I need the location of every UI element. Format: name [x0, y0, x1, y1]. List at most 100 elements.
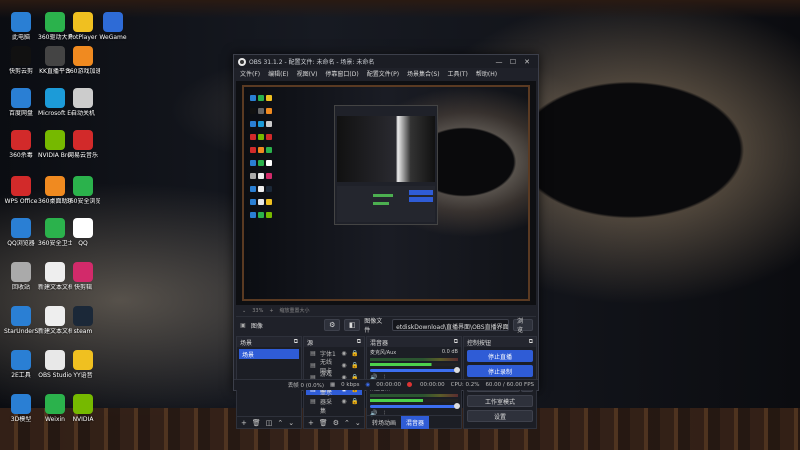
scale-reset[interactable]: 缩放重置大小	[280, 307, 310, 314]
gear-icon[interactable]: ⚙	[333, 419, 339, 427]
eye-icon[interactable]: ◉	[340, 350, 348, 358]
app-icon	[11, 306, 31, 326]
tab-transitions[interactable]: 转场动画	[367, 416, 401, 429]
dropped-frames: 丢帧 0 (0.0%)	[287, 383, 324, 389]
menu-scene-collection[interactable]: 场景集合(S)	[403, 69, 444, 78]
add-icon[interactable]: +	[241, 419, 247, 427]
volume-slider[interactable]	[370, 367, 460, 373]
desktop-icon-label: 此电脑	[11, 34, 30, 41]
desktop-icon[interactable]: 快剪辑	[66, 262, 100, 291]
lock-icon[interactable]: 🔒	[351, 398, 359, 406]
desktop-icon[interactable]: 2E工具	[4, 350, 38, 379]
desktop-icon[interactable]: QQ	[66, 218, 100, 247]
menu-bar: 文件(F) 编辑(E) 视图(V) 停靠窗口(D) 配置文件(P) 场景集合(S…	[234, 68, 538, 79]
up-arrow-icon[interactable]: ⌃	[277, 419, 283, 427]
desktop-icon[interactable]: 回收站	[4, 262, 38, 291]
desktop-icon[interactable]: 360杀毒	[4, 130, 38, 159]
fps: 60.00 / 60.00 FPS	[485, 382, 534, 388]
menu-file[interactable]: 文件(F)	[236, 69, 264, 78]
desktop-icon[interactable]: 此电脑	[4, 12, 38, 41]
dock-menu-icon[interactable]: ⧉	[454, 338, 458, 346]
menu-docks[interactable]: 停靠窗口(D)	[321, 69, 362, 78]
menu-edit[interactable]: 编辑(E)	[264, 69, 292, 78]
filter-icon[interactable]: ◧	[344, 319, 361, 331]
sources-header: 源 ⧉	[304, 337, 364, 347]
desktop-icon[interactable]: 百度网盘	[4, 88, 38, 117]
360-guard-icon	[45, 218, 65, 238]
computer-icon	[11, 12, 31, 32]
file-label: 图像文件	[364, 318, 383, 334]
shutdown-icon	[73, 88, 93, 108]
tab-mixer[interactable]: 混音器	[401, 415, 430, 429]
scene-item[interactable]: 场景	[239, 349, 299, 359]
stop-recording-button[interactable]: 停止录制	[467, 365, 533, 377]
menu-view[interactable]: 视图(V)	[293, 69, 322, 78]
sources-footer: + 🗑 ⚙ ⌃ ⌄	[304, 416, 364, 428]
menu-help[interactable]: 帮助(H)	[472, 69, 501, 78]
desktop-icon[interactable]: WeGame	[96, 12, 130, 41]
browse-button[interactable]: 浏览	[513, 318, 533, 334]
chevron-down-icon[interactable]: ⌄	[242, 308, 246, 314]
lock-icon[interactable]: 🔒	[351, 350, 359, 358]
dock-menu-icon[interactable]: ⧉	[294, 338, 298, 346]
gear-icon[interactable]: ⚙	[324, 319, 341, 331]
settings-button[interactable]: 设置	[467, 410, 533, 422]
menu-profile[interactable]: 配置文件(P)	[363, 69, 403, 78]
bitrate: 0 kbps	[341, 382, 360, 388]
steam-icon	[73, 306, 93, 326]
desktop-icon[interactable]: WPS Office	[4, 176, 38, 205]
desktop-icon[interactable]: 360游戏加速器	[66, 46, 100, 75]
down-arrow-icon[interactable]: ⌄	[288, 419, 294, 427]
stop-streaming-button[interactable]: 停止直播	[467, 350, 533, 362]
volume-meter-level	[370, 399, 458, 402]
volume-slider[interactable]	[370, 403, 460, 409]
controls-header: 控制按钮 ⧉	[464, 337, 536, 347]
obs-icon	[45, 350, 65, 370]
obs-window[interactable]: OBS 31.1.2 - 配置文件: 未命名 - 场景: 未命名 — ☐ ✕ 文…	[233, 54, 539, 429]
dock-menu-icon[interactable]: ⧉	[357, 338, 361, 346]
obs-title-bar[interactable]: OBS 31.1.2 - 配置文件: 未命名 - 场景: 未命名 — ☐ ✕	[234, 55, 538, 68]
desktop-icon[interactable]: 快剪云剪	[4, 46, 38, 75]
potplayer-icon	[73, 12, 93, 32]
file-path-field[interactable]: etdiskDownload\直播界面\OBS直播界面.png	[392, 319, 510, 331]
desktop-icon[interactable]: 3D模型	[4, 394, 38, 423]
desktop-icon[interactable]: QQ浏览器	[4, 218, 38, 247]
window-title: OBS 31.1.2 - 配置文件: 未命名 - 场景: 未命名	[249, 59, 375, 66]
channel-name: 麦克风/Aux	[370, 350, 397, 356]
filters-icon[interactable]: ◫	[266, 419, 273, 427]
desktop-icon[interactable]: 自动关机	[66, 88, 100, 117]
desktop-icon[interactable]: 网易云音乐	[66, 130, 100, 159]
eye-icon[interactable]: ◉	[340, 398, 348, 406]
maximize-icon[interactable]: ☐	[506, 58, 520, 66]
studio-mode-button[interactable]: 工作室模式	[467, 395, 533, 407]
desktop-icon-label: QQ	[78, 240, 88, 247]
trash-icon[interactable]: 🗑	[319, 419, 328, 427]
desktop-icon-label: 360安全浏览器	[66, 198, 100, 205]
nvidia-broadcast-icon	[45, 130, 65, 150]
dock-menu-icon[interactable]: ⧉	[529, 338, 533, 346]
menu-tools[interactable]: 工具(T)	[444, 69, 472, 78]
desktop-icon[interactable]: StarUnderSrd	[4, 306, 38, 335]
add-icon[interactable]: +	[308, 419, 314, 427]
source-item[interactable]: ▤ 显示器采集 ◉ 🔒	[306, 390, 362, 415]
desktop-icon-label: 360杀毒	[9, 152, 33, 159]
plus-icon[interactable]: +	[269, 308, 273, 314]
baidu-pan-icon	[11, 88, 31, 108]
zoom-level[interactable]: 33%	[252, 308, 263, 314]
desktop-icon[interactable]: steam	[66, 306, 100, 335]
desktop-icon-label: 快剪云剪	[8, 68, 33, 75]
desktop-icon-label: 360游戏加速器	[66, 68, 100, 75]
minimize-icon[interactable]: —	[492, 58, 506, 66]
desktop-icon[interactable]: NVIDIA	[66, 394, 100, 423]
sources-title: 源	[307, 340, 314, 347]
preview-canvas[interactable]	[236, 81, 536, 305]
desktop-icon[interactable]: YY语音	[66, 350, 100, 379]
desktop-icon[interactable]: 360安全浏览器	[66, 176, 100, 205]
down-arrow-icon[interactable]: ⌄	[355, 419, 361, 427]
eye-icon[interactable]: ◉	[340, 362, 348, 370]
up-arrow-icon[interactable]: ⌃	[344, 419, 350, 427]
trash-icon[interactable]: 🗑	[252, 419, 261, 427]
close-icon[interactable]: ✕	[520, 58, 534, 66]
lock-icon[interactable]: 🔒	[351, 362, 359, 370]
desktop-icon[interactable]: PotPlayer	[66, 12, 100, 41]
